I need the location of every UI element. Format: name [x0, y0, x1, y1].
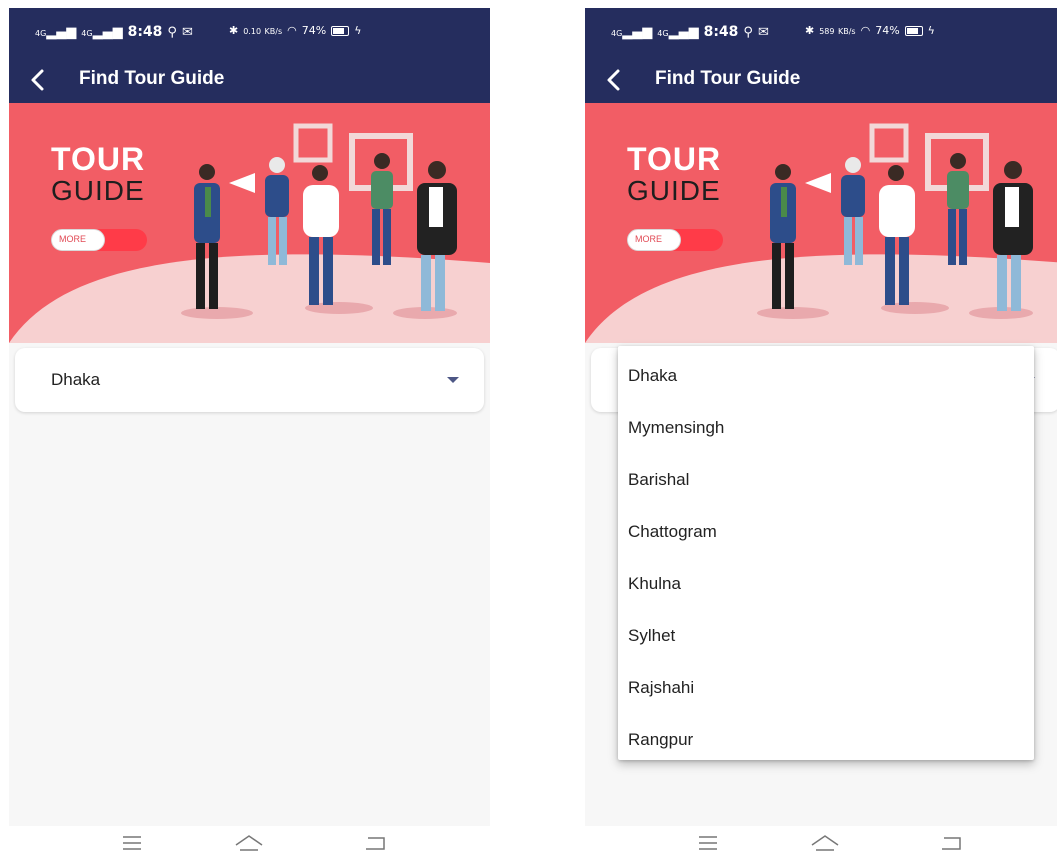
battery-icon	[904, 25, 923, 36]
network-indicator-2: 4G▂▄▆	[657, 24, 699, 40]
status-bar: 4G▂▄▆ 4G▂▄▆ 8:48 ⚲ ✉ ✱ 589 KB/s ◠ 74% ϟ	[585, 8, 1057, 56]
back-icon[interactable]	[358, 832, 394, 854]
phone-screen-collapsed: 4G▂▄▆ 4G▂▄▆ 8:48 ⚲ ✉ ✱ 0.10 KB/s ◠ 74% ϟ…	[9, 8, 490, 858]
system-nav-bar	[585, 826, 1057, 858]
back-arrow-icon[interactable]	[23, 65, 53, 95]
menu-option-rajshahi[interactable]: Rajshahi	[618, 662, 1034, 714]
menu-option-dhaka[interactable]: Dhaka	[618, 350, 1034, 402]
banner-title-guide: GUIDE	[627, 175, 721, 206]
menu-icon[interactable]	[114, 832, 150, 854]
usb-icon: ⚲	[167, 24, 177, 40]
network-indicator-1: 4G▂▄▆	[35, 24, 77, 40]
tour-guide-banner: TOUR GUIDE MORE	[585, 103, 1057, 343]
clock: 8:48	[703, 24, 739, 40]
usb-icon: ⚲	[743, 24, 753, 40]
app-bar: Find Tour Guide	[9, 56, 490, 103]
page-title: Find Tour Guide	[79, 68, 225, 89]
menu-option-chattogram[interactable]: Chattogram	[618, 506, 1034, 558]
wifi-icon: ◠	[860, 24, 871, 37]
tour-guide-banner: TOUR GUIDE MORE	[9, 103, 490, 343]
bluetooth-icon: ✱	[229, 24, 239, 37]
network-indicator-2: 4G▂▄▆	[81, 24, 123, 40]
wifi-icon: ◠	[287, 24, 297, 37]
system-nav-bar	[9, 826, 490, 858]
banner-title-tour: TOUR	[627, 141, 722, 177]
city-dropdown[interactable]: Dhaka	[15, 348, 484, 412]
menu-option-sylhet[interactable]: Sylhet	[618, 610, 1034, 662]
charging-icon: ϟ	[354, 24, 362, 37]
data-speed: 0.10 KB/s	[243, 27, 283, 36]
clock: 8:48	[127, 24, 163, 40]
banner-illustration	[9, 123, 490, 343]
battery-percent: 74%	[875, 24, 900, 37]
home-icon[interactable]	[231, 832, 267, 854]
dropdown-selected-value: Dhaka	[51, 370, 101, 389]
page-title: Find Tour Guide	[655, 68, 801, 89]
app-bar: Find Tour Guide	[585, 56, 1057, 103]
banner-title-guide: GUIDE	[51, 175, 145, 206]
menu-option-barishal[interactable]: Barishal	[618, 454, 1034, 506]
menu-icon[interactable]	[690, 832, 726, 854]
data-speed: 589 KB/s	[819, 27, 856, 36]
battery-icon	[331, 25, 350, 36]
menu-option-mymensingh[interactable]: Mymensingh	[618, 402, 1034, 454]
network-indicator-1: 4G▂▄▆	[611, 24, 653, 40]
back-arrow-icon[interactable]	[599, 65, 629, 95]
menu-option-rangpur[interactable]: Rangpur	[618, 714, 1034, 766]
more-toggle[interactable]: MORE	[627, 229, 723, 251]
more-toggle[interactable]: MORE	[51, 229, 147, 251]
banner-title-tour: TOUR	[51, 141, 146, 177]
message-icon: ✉	[757, 24, 769, 40]
menu-option-khulna[interactable]: Khulna	[618, 558, 1034, 610]
battery-percent: 74%	[301, 24, 327, 37]
back-icon[interactable]	[934, 832, 970, 854]
charging-icon: ϟ	[927, 24, 935, 37]
phone-screen-expanded: 4G▂▄▆ 4G▂▄▆ 8:48 ⚲ ✉ ✱ 589 KB/s ◠ 74% ϟ …	[585, 8, 1057, 858]
city-options-menu: Dhaka Mymensingh Barishal Chattogram Khu…	[618, 346, 1034, 760]
more-label: MORE	[59, 234, 86, 244]
home-icon[interactable]	[807, 832, 843, 854]
banner-illustration	[585, 123, 1057, 343]
message-icon: ✉	[181, 24, 193, 40]
more-label: MORE	[635, 234, 662, 244]
dropdown-arrow-icon	[447, 377, 459, 383]
status-bar: 4G▂▄▆ 4G▂▄▆ 8:48 ⚲ ✉ ✱ 0.10 KB/s ◠ 74% ϟ	[9, 8, 490, 56]
bluetooth-icon: ✱	[805, 24, 815, 37]
